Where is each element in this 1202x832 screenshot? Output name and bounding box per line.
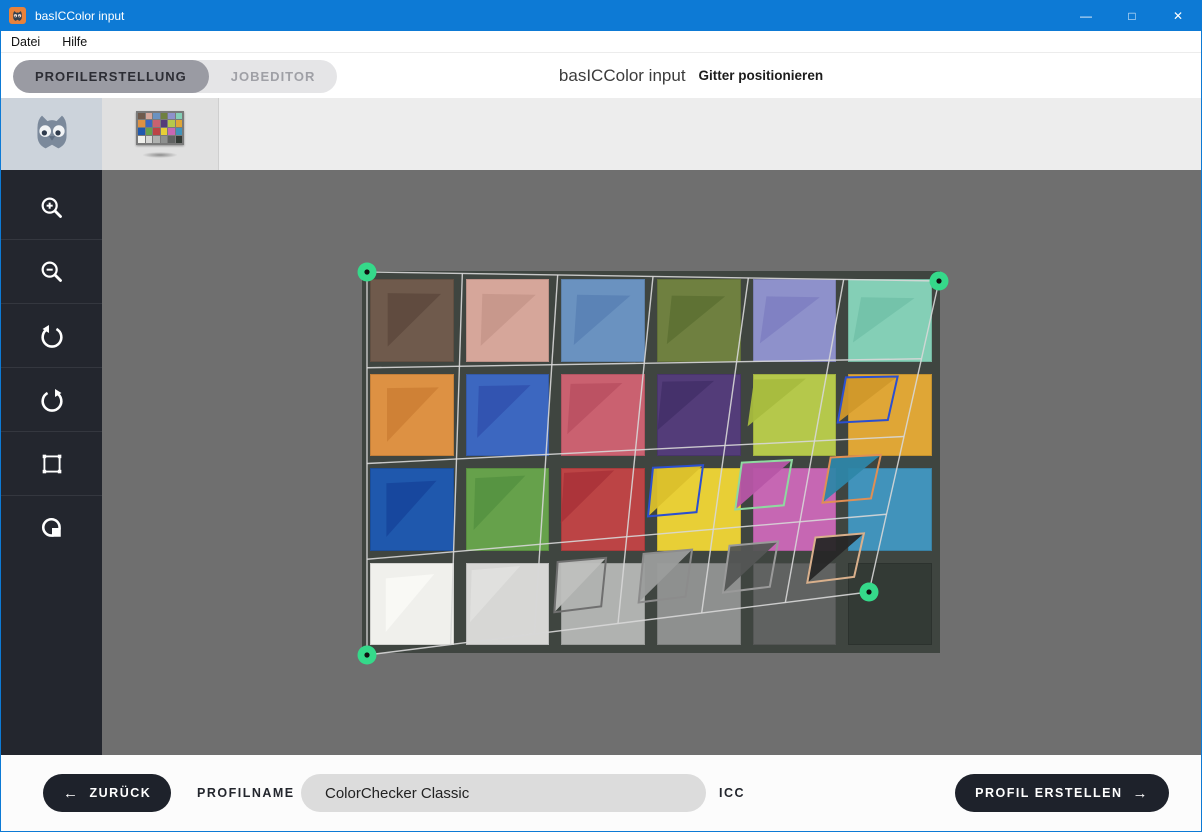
rotate-left-icon: [38, 322, 66, 350]
thumb-patch-blue: [138, 128, 145, 135]
app-window: basICColor input — □ ✕ Datei Hilfe PROFI…: [0, 0, 1202, 832]
thumb-patch-red: [153, 128, 160, 135]
arrow-right-icon: →: [1133, 785, 1150, 802]
menubar: Datei Hilfe: [1, 31, 1201, 53]
thumb-patch-purplish-blue: [146, 120, 153, 127]
page-subtitle: Gitter positionieren: [699, 68, 824, 83]
thumb-patch-neutral-65: [153, 136, 160, 143]
grid-handle-dot-bl: [364, 652, 369, 657]
colorchecker-thumbnail: [136, 111, 184, 145]
ref-triangle-neutral-5: [639, 550, 692, 603]
thumb-patch-orange: [138, 120, 145, 127]
footer-bar: ← ZURÜCK PROFILNAME ICC PROFIL ERSTELLEN…: [1, 755, 1201, 831]
ref-triangle-moderate-red: [567, 383, 622, 434]
tab-overview[interactable]: [1, 98, 102, 170]
back-button[interactable]: ← ZURÜCK: [43, 774, 171, 812]
crop-rectangle-icon: [38, 450, 66, 478]
thumb-patch-green: [146, 128, 153, 135]
thumb-patch-dark-skin: [138, 113, 145, 120]
main-body: [1, 170, 1201, 755]
ref-triangle-dark-skin: [388, 293, 441, 347]
ref-triangle-yellow: [648, 465, 703, 516]
ref-triangle-orange: [387, 387, 439, 441]
thumb-patch-black: [176, 136, 183, 143]
window-title: basICColor input: [35, 9, 124, 23]
close-button[interactable]: ✕: [1155, 0, 1201, 31]
owl-icon: [30, 112, 74, 157]
thumb-patch-white: [138, 136, 145, 143]
ref-triangle-blue-sky: [574, 295, 631, 345]
image-canvas[interactable]: [102, 170, 1201, 755]
thumb-patch-neutral-8: [146, 136, 153, 143]
zoom-in-icon: [38, 194, 66, 222]
page-title: basICColor input: [559, 66, 686, 86]
grid-handle-dot-br: [866, 589, 871, 594]
crop-rectangle-button[interactable]: [1, 432, 102, 496]
zoom-out-icon: [38, 258, 66, 286]
thumb-patch-neutral-35: [168, 136, 175, 143]
zoom-out-button[interactable]: [1, 240, 102, 304]
ref-triangle-purplish-blue: [477, 385, 530, 438]
page-title-group: basICColor input Gitter positionieren: [559, 53, 823, 98]
grid-line-horizontal: [367, 514, 887, 559]
grid-line-horizontal: [367, 437, 904, 464]
header-row: PROFILERSTELLUNG JOBEDITOR basICColor in…: [1, 53, 1201, 98]
ref-triangle-blue-flower: [760, 296, 820, 343]
icc-label: ICC: [719, 755, 745, 831]
thumb-patch-blue-sky: [153, 113, 160, 120]
ref-triangle-blue: [386, 481, 436, 537]
profilename-label: PROFILNAME: [197, 755, 295, 831]
maximize-button[interactable]: □: [1109, 0, 1155, 31]
tab-profilerstellung[interactable]: PROFILERSTELLUNG: [13, 60, 209, 93]
thumb-patch-foliage: [161, 113, 168, 120]
ref-triangle-light-skin: [481, 294, 536, 346]
thumb-patch-blue-flower: [168, 113, 175, 120]
menu-hilfe[interactable]: Hilfe: [62, 35, 87, 49]
thumb-patch-neutral-5: [161, 136, 168, 143]
rotate-right-icon: [38, 386, 66, 414]
grid-line-horizontal: [367, 592, 869, 655]
app-owl-icon: [9, 7, 26, 24]
arrow-left-icon: ←: [63, 785, 80, 802]
grid-handle-dot-tl: [364, 269, 369, 274]
tool-sidebar: [1, 170, 102, 755]
ref-triangle-yellow-green: [748, 379, 806, 427]
ref-triangle-foliage: [667, 296, 725, 345]
thumb-patch-cyan: [176, 128, 183, 135]
shape-tool-icon: [38, 514, 66, 542]
minimize-button[interactable]: —: [1063, 0, 1109, 31]
ref-triangle-neutral-8: [470, 566, 520, 622]
thumb-patch-purple: [161, 120, 168, 127]
titlebar: basICColor input — □ ✕: [1, 0, 1201, 31]
image-tabstrip: [1, 98, 1201, 170]
thumbnail-shadow: [142, 152, 178, 158]
thumb-patch-light-skin: [146, 113, 153, 120]
grid-handle-dot-tr: [936, 278, 941, 283]
profilename-input[interactable]: [301, 774, 706, 812]
menu-datei[interactable]: Datei: [11, 35, 40, 49]
mode-switch: PROFILERSTELLUNG JOBEDITOR: [13, 60, 337, 93]
ref-triangle-red: [561, 470, 614, 523]
zoom-in-button[interactable]: [1, 176, 102, 240]
ref-triangle-purple: [657, 381, 714, 430]
thumb-patch-orange-yellow: [176, 120, 183, 127]
tab-jobeditor[interactable]: JOBEDITOR: [209, 60, 338, 93]
ref-triangle-neutral-65: [554, 558, 606, 612]
thumb-patch-magenta: [168, 128, 175, 135]
create-profile-button[interactable]: PROFIL ERSTELLEN →: [955, 774, 1169, 812]
rotate-left-button[interactable]: [1, 304, 102, 368]
thumb-patch-yellow: [161, 128, 168, 135]
rotate-right-button[interactable]: [1, 368, 102, 432]
ref-triangle-bluish-green: [853, 297, 915, 342]
ref-triangle-green: [474, 476, 526, 530]
grid-overlay[interactable]: [102, 170, 1201, 755]
ref-triangle-white: [386, 574, 434, 632]
thumb-patch-moderate-red: [153, 120, 160, 127]
tab-target-image[interactable]: [102, 98, 219, 170]
thumb-patch-bluish-green: [176, 113, 183, 120]
thumb-patch-yellow-green: [168, 120, 175, 127]
shape-tool-button[interactable]: [1, 496, 102, 560]
